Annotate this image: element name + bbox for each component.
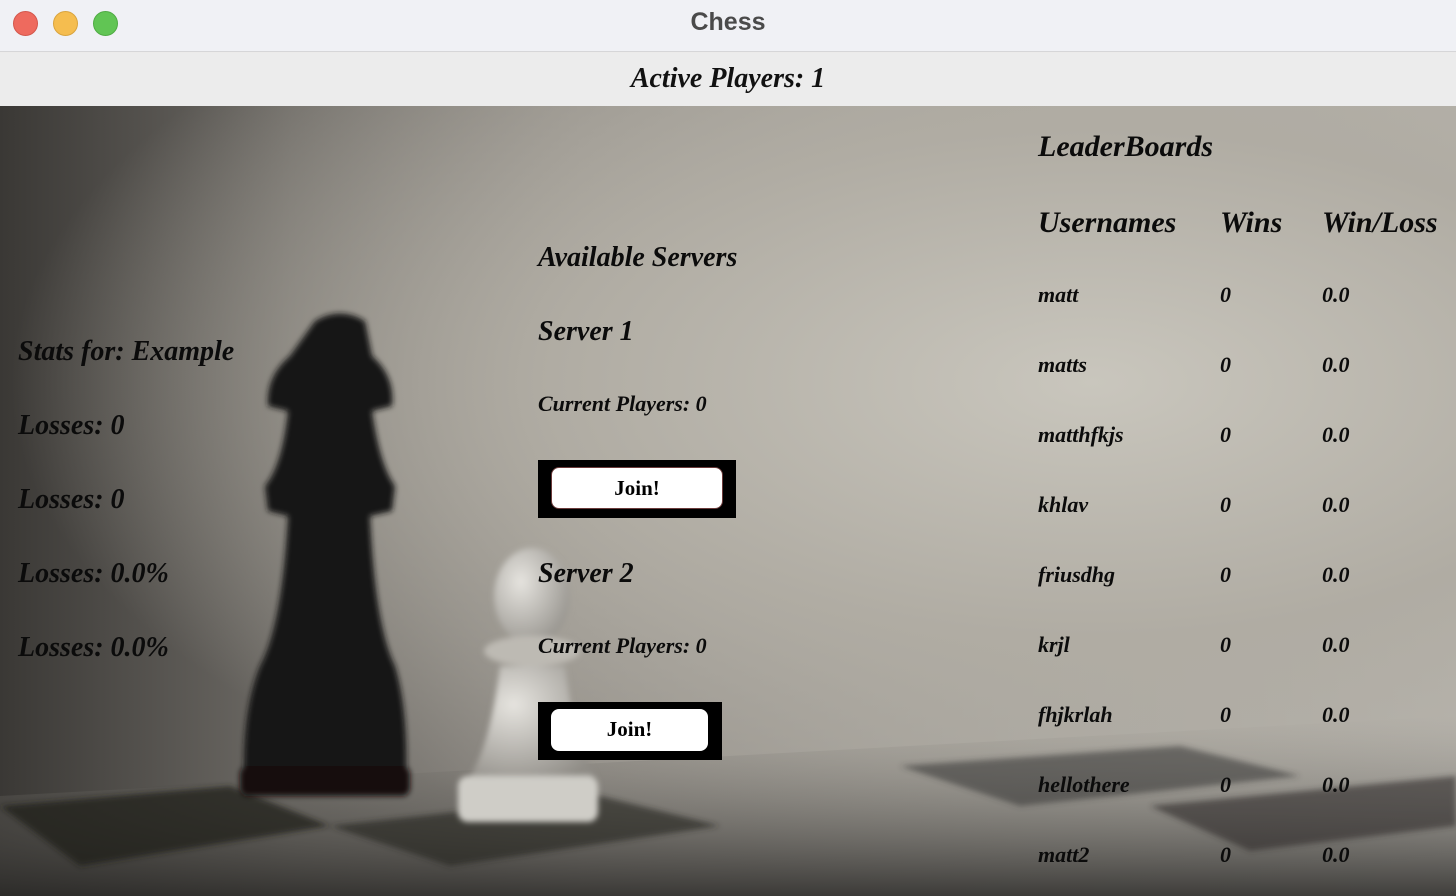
server-2-join-frame: Join! — [538, 702, 722, 760]
stats-line-2: Losses: 0 — [18, 484, 125, 515]
leaderboard-winloss: 0.0 — [1322, 702, 1350, 727]
leaderboard-wins: 0 — [1220, 702, 1231, 727]
stats-line-1: Losses: 0 — [18, 410, 125, 441]
available-servers-heading: Available Servers — [538, 242, 738, 273]
leaderboard-winloss: 0.0 — [1322, 842, 1350, 867]
leaderboard-winloss: 0.0 — [1322, 492, 1350, 517]
leaderboard-column-usernames: Usernames — [1038, 206, 1177, 239]
leaderboard-wins: 0 — [1220, 842, 1231, 867]
leaderboard-username: hellothere — [1038, 772, 1130, 797]
leaderboard-winloss: 0.0 — [1322, 562, 1350, 587]
window-title: Chess — [690, 8, 766, 36]
leaderboard-username: matt — [1038, 282, 1079, 307]
leaderboard-username: matt2 — [1038, 842, 1090, 867]
server-1-join-button[interactable]: Join! — [551, 467, 723, 509]
leaderboard-title: LeaderBoards — [1038, 130, 1213, 163]
leaderboard-wins: 0 — [1220, 562, 1231, 587]
server-1-name: Server 1 — [538, 316, 634, 347]
leaderboard-winloss: 0.0 — [1322, 422, 1350, 447]
leaderboard-column-wins: Wins — [1220, 206, 1283, 239]
leaderboard-wins: 0 — [1220, 772, 1231, 797]
server-2-players: Current Players: 0 — [538, 633, 707, 658]
active-players-banner: Active Players: 1 — [0, 53, 1456, 106]
server-2-join-button[interactable]: Join! — [551, 709, 708, 751]
stats-line-4: Losses: 0.0% — [18, 632, 169, 663]
active-players-label: Active Players: 1 — [630, 63, 826, 94]
leaderboard-username: fhjkrlah — [1038, 702, 1113, 727]
server-1-players: Current Players: 0 — [538, 391, 707, 416]
server-2-name: Server 2 — [538, 558, 634, 589]
leaderboard-wins: 0 — [1220, 352, 1231, 377]
leaderboard-column-winloss: Win/Loss — [1322, 206, 1438, 239]
leaderboard-username: khlav — [1038, 492, 1089, 517]
server-1-join-frame: Join! — [538, 460, 736, 518]
leaderboard-wins: 0 — [1220, 282, 1231, 307]
stats-title: Stats for: Example — [18, 336, 235, 367]
leaderboard-winloss: 0.0 — [1322, 282, 1350, 307]
window-titlebar: Chess — [0, 0, 1456, 52]
leaderboard-username: krjl — [1038, 632, 1070, 657]
chess-background-image: Stats for: Example Losses: 0 Losses: 0 L… — [0, 106, 1456, 896]
leaderboard-username: friusdhg — [1038, 562, 1116, 587]
stats-line-3: Losses: 0.0% — [18, 558, 169, 589]
leaderboard-winloss: 0.0 — [1322, 632, 1350, 657]
leaderboard-wins: 0 — [1220, 422, 1231, 447]
leaderboard-wins: 0 — [1220, 632, 1231, 657]
leaderboard-wins: 0 — [1220, 492, 1231, 517]
black-queen-piece — [240, 313, 410, 796]
leaderboard-username: matts — [1038, 352, 1087, 377]
leaderboard-winloss: 0.0 — [1322, 772, 1350, 797]
leaderboard-username: matthfkjs — [1038, 422, 1124, 447]
leaderboard-winloss: 0.0 — [1322, 352, 1350, 377]
